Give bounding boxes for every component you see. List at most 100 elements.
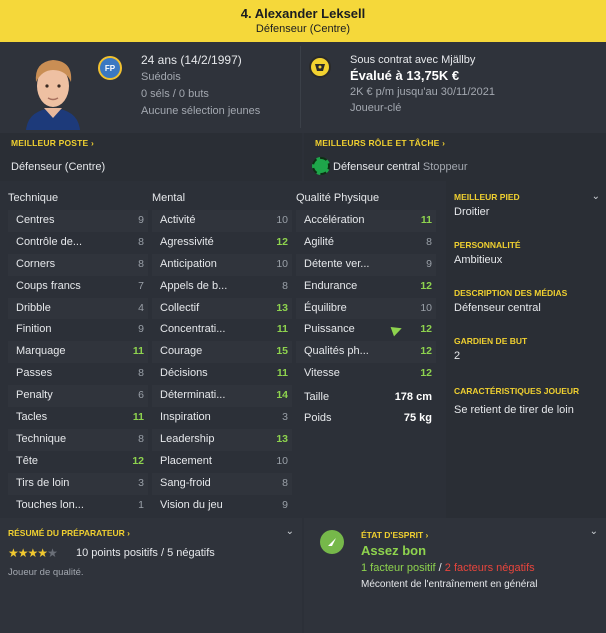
attribute-name: Vitesse: [304, 367, 340, 380]
personality-value: Ambitieux: [454, 254, 503, 266]
attribute-name: Déterminati...: [160, 389, 226, 402]
attribute-row[interactable]: Passes 8: [8, 363, 148, 385]
attribute-row[interactable]: Finition 9: [8, 319, 148, 341]
best-position-panel[interactable]: MEILLEUR POSTE › Défenseur (Centre): [0, 133, 302, 181]
positive-factors[interactable]: 1 facteur positif: [361, 562, 436, 574]
attribute-row[interactable]: Agilité 8: [296, 232, 436, 254]
attribute-row[interactable]: Marquage 11: [8, 341, 148, 363]
mood-factors: 1 facteur positif / 2 facteurs négatifs: [361, 562, 535, 574]
height-row: Taille 178 cm: [304, 391, 436, 403]
attribute-row[interactable]: Centres 9: [8, 210, 148, 232]
attribute-row[interactable]: Décisions 11: [152, 363, 292, 385]
star-rating-icon: ★★★★★: [8, 546, 58, 560]
attribute-row[interactable]: Déterminati... 14: [152, 385, 292, 407]
coach-report-title[interactable]: RÉSUMÉ DU PRÉPARATEUR ›: [8, 528, 130, 538]
attribute-row[interactable]: Contrôle de... 8: [8, 232, 148, 254]
attribute-name: Agressivité: [160, 235, 214, 248]
attribute-value: 12: [420, 279, 432, 292]
attribute-name: Tête: [16, 454, 39, 467]
contract-club[interactable]: Sous contrat avec Mjällby: [350, 52, 495, 68]
attribute-row[interactable]: Inspiration 3: [152, 407, 292, 429]
attribute-row[interactable]: Détente ver... 9: [296, 254, 436, 276]
attribute-value: 9: [426, 257, 432, 270]
profile-panel: FP 24 ans (14/2/1997) Suédois 0 séls / 0…: [0, 42, 606, 133]
attribute-row[interactable]: Anticipation 10: [152, 254, 292, 276]
attribute-row[interactable]: Coups francs 7: [8, 276, 148, 298]
attribute-name: Appels de b...: [160, 279, 228, 292]
attribute-row[interactable]: Vision du jeu 9: [152, 495, 292, 517]
negative-factors[interactable]: 2 facteurs négatifs: [445, 562, 535, 574]
attribute-value: 8: [282, 279, 288, 292]
attribute-name: Courage: [160, 345, 203, 358]
traits-value: Se retient de tirer de loin: [454, 404, 574, 416]
player-nationality[interactable]: Suédois: [141, 69, 260, 86]
attribute-value: 9: [138, 323, 144, 336]
player-position: Défenseur (Centre): [255, 23, 351, 35]
attribute-row[interactable]: Courage 15: [152, 341, 292, 363]
attribute-value: 8: [426, 235, 432, 248]
attribute-row[interactable]: Concentrati... 11: [152, 319, 292, 341]
mood-panel[interactable]: ÉTAT D'ESPRIT › ⌄ Assez bon 1 facteur po…: [304, 518, 606, 633]
attribute-value: 12: [420, 367, 432, 380]
attribute-row[interactable]: Technique 8: [8, 429, 148, 451]
attribute-value: 8: [282, 476, 288, 489]
attribute-row[interactable]: Sang-froid 8: [152, 473, 292, 495]
height-value: 178 cm: [394, 391, 432, 403]
attribute-row[interactable]: Activité 10: [152, 210, 292, 232]
attribute-row[interactable]: Leadership 13: [152, 429, 292, 451]
attribute-row[interactable]: Endurance 12: [296, 276, 436, 298]
attribute-row[interactable]: Appels de b... 8: [152, 276, 292, 298]
attribute-row[interactable]: Agressivité 12: [152, 232, 292, 254]
best-role-title[interactable]: MEILLEURS RÔLE ET TÂCHE ›: [315, 138, 445, 148]
attribute-row[interactable]: Qualités ph... 12: [296, 341, 436, 363]
attribute-row[interactable]: Collectif 13: [152, 298, 292, 320]
attribute-value: 3: [138, 476, 144, 489]
attribute-value: 12: [132, 454, 144, 467]
attribute-row[interactable]: Corners 8: [8, 254, 148, 276]
weight-row: Poids 75 kg: [304, 412, 436, 424]
attribute-name: Coups francs: [16, 279, 81, 292]
attribute-row[interactable]: Placement 10: [152, 451, 292, 473]
attribute-name: Décisions: [160, 367, 208, 380]
attribute-value: 11: [132, 345, 144, 358]
chevron-down-icon[interactable]: ⌄: [286, 526, 294, 537]
attribute-name: Accélération: [304, 214, 365, 226]
player-age: 24 ans (14/2/1997): [141, 53, 242, 67]
player-youth-caps: Aucune sélection jeunes: [141, 105, 261, 117]
attribute-name: Collectif: [160, 301, 200, 314]
attribute-row[interactable]: Touches lon... 1: [8, 495, 148, 517]
attribute-row[interactable]: Tirs de loin 3: [8, 473, 148, 495]
attribute-name: Concentrati...: [160, 323, 226, 336]
role-icon: [312, 157, 330, 175]
attribute-row[interactable]: Dribble 4: [8, 298, 148, 320]
attribute-row[interactable]: Puissance 12: [296, 319, 436, 341]
attribute-name: Corners: [16, 257, 56, 270]
coach-report-panel[interactable]: RÉSUMÉ DU PRÉPARATEUR › ⌄ ★★★★★ 10 point…: [0, 518, 302, 633]
physical-attributes: Accélération 11 Agilité 8 Détente ver... 9 End…: [296, 210, 436, 385]
attribute-row[interactable]: Tête 12: [8, 451, 148, 473]
best-position-title[interactable]: MEILLEUR POSTE ›: [11, 138, 94, 148]
club-crest-icon[interactable]: [309, 56, 331, 78]
best-role-panel[interactable]: MEILLEURS RÔLE ET TÂCHE › Défenseur cent…: [304, 133, 606, 181]
attribute-row[interactable]: Tacles 11: [8, 407, 148, 429]
attribute-row[interactable]: Accélération 11: [296, 210, 436, 232]
mental-attributes: Activité 10 Agressivité 12 Anticipation 10 App…: [152, 210, 292, 516]
attribute-name: Agilité: [304, 235, 334, 248]
attribute-name: Marquage: [16, 345, 66, 358]
chevron-down-icon[interactable]: ⌄: [590, 526, 598, 537]
height-label: Taille: [304, 391, 330, 403]
attribute-value: 11: [420, 214, 432, 226]
attribute-row[interactable]: Penalty 6: [8, 385, 148, 407]
technical-header: Technique: [8, 192, 59, 204]
chevron-down-icon[interactable]: ⌄: [592, 191, 600, 202]
mood-note: Mécontent de l'entraînement en général: [361, 579, 538, 590]
attribute-name: Contrôle de...: [16, 235, 83, 248]
attribute-row[interactable]: Équilibre 10: [296, 298, 436, 320]
attribute-value: 11: [276, 323, 288, 336]
best-foot-title: MEILLEUR PIED: [454, 192, 520, 202]
star-icon: ★: [27, 546, 39, 560]
mood-title[interactable]: ÉTAT D'ESPRIT ›: [361, 530, 428, 540]
player-wage: 2K € p/m jusqu'au 30/11/2021: [350, 86, 496, 98]
attribute-row[interactable]: Vitesse 12: [296, 363, 436, 385]
side-info-panel: ⌄ MEILLEUR PIED Droitier PERSONNALITÉ Am…: [446, 181, 606, 518]
